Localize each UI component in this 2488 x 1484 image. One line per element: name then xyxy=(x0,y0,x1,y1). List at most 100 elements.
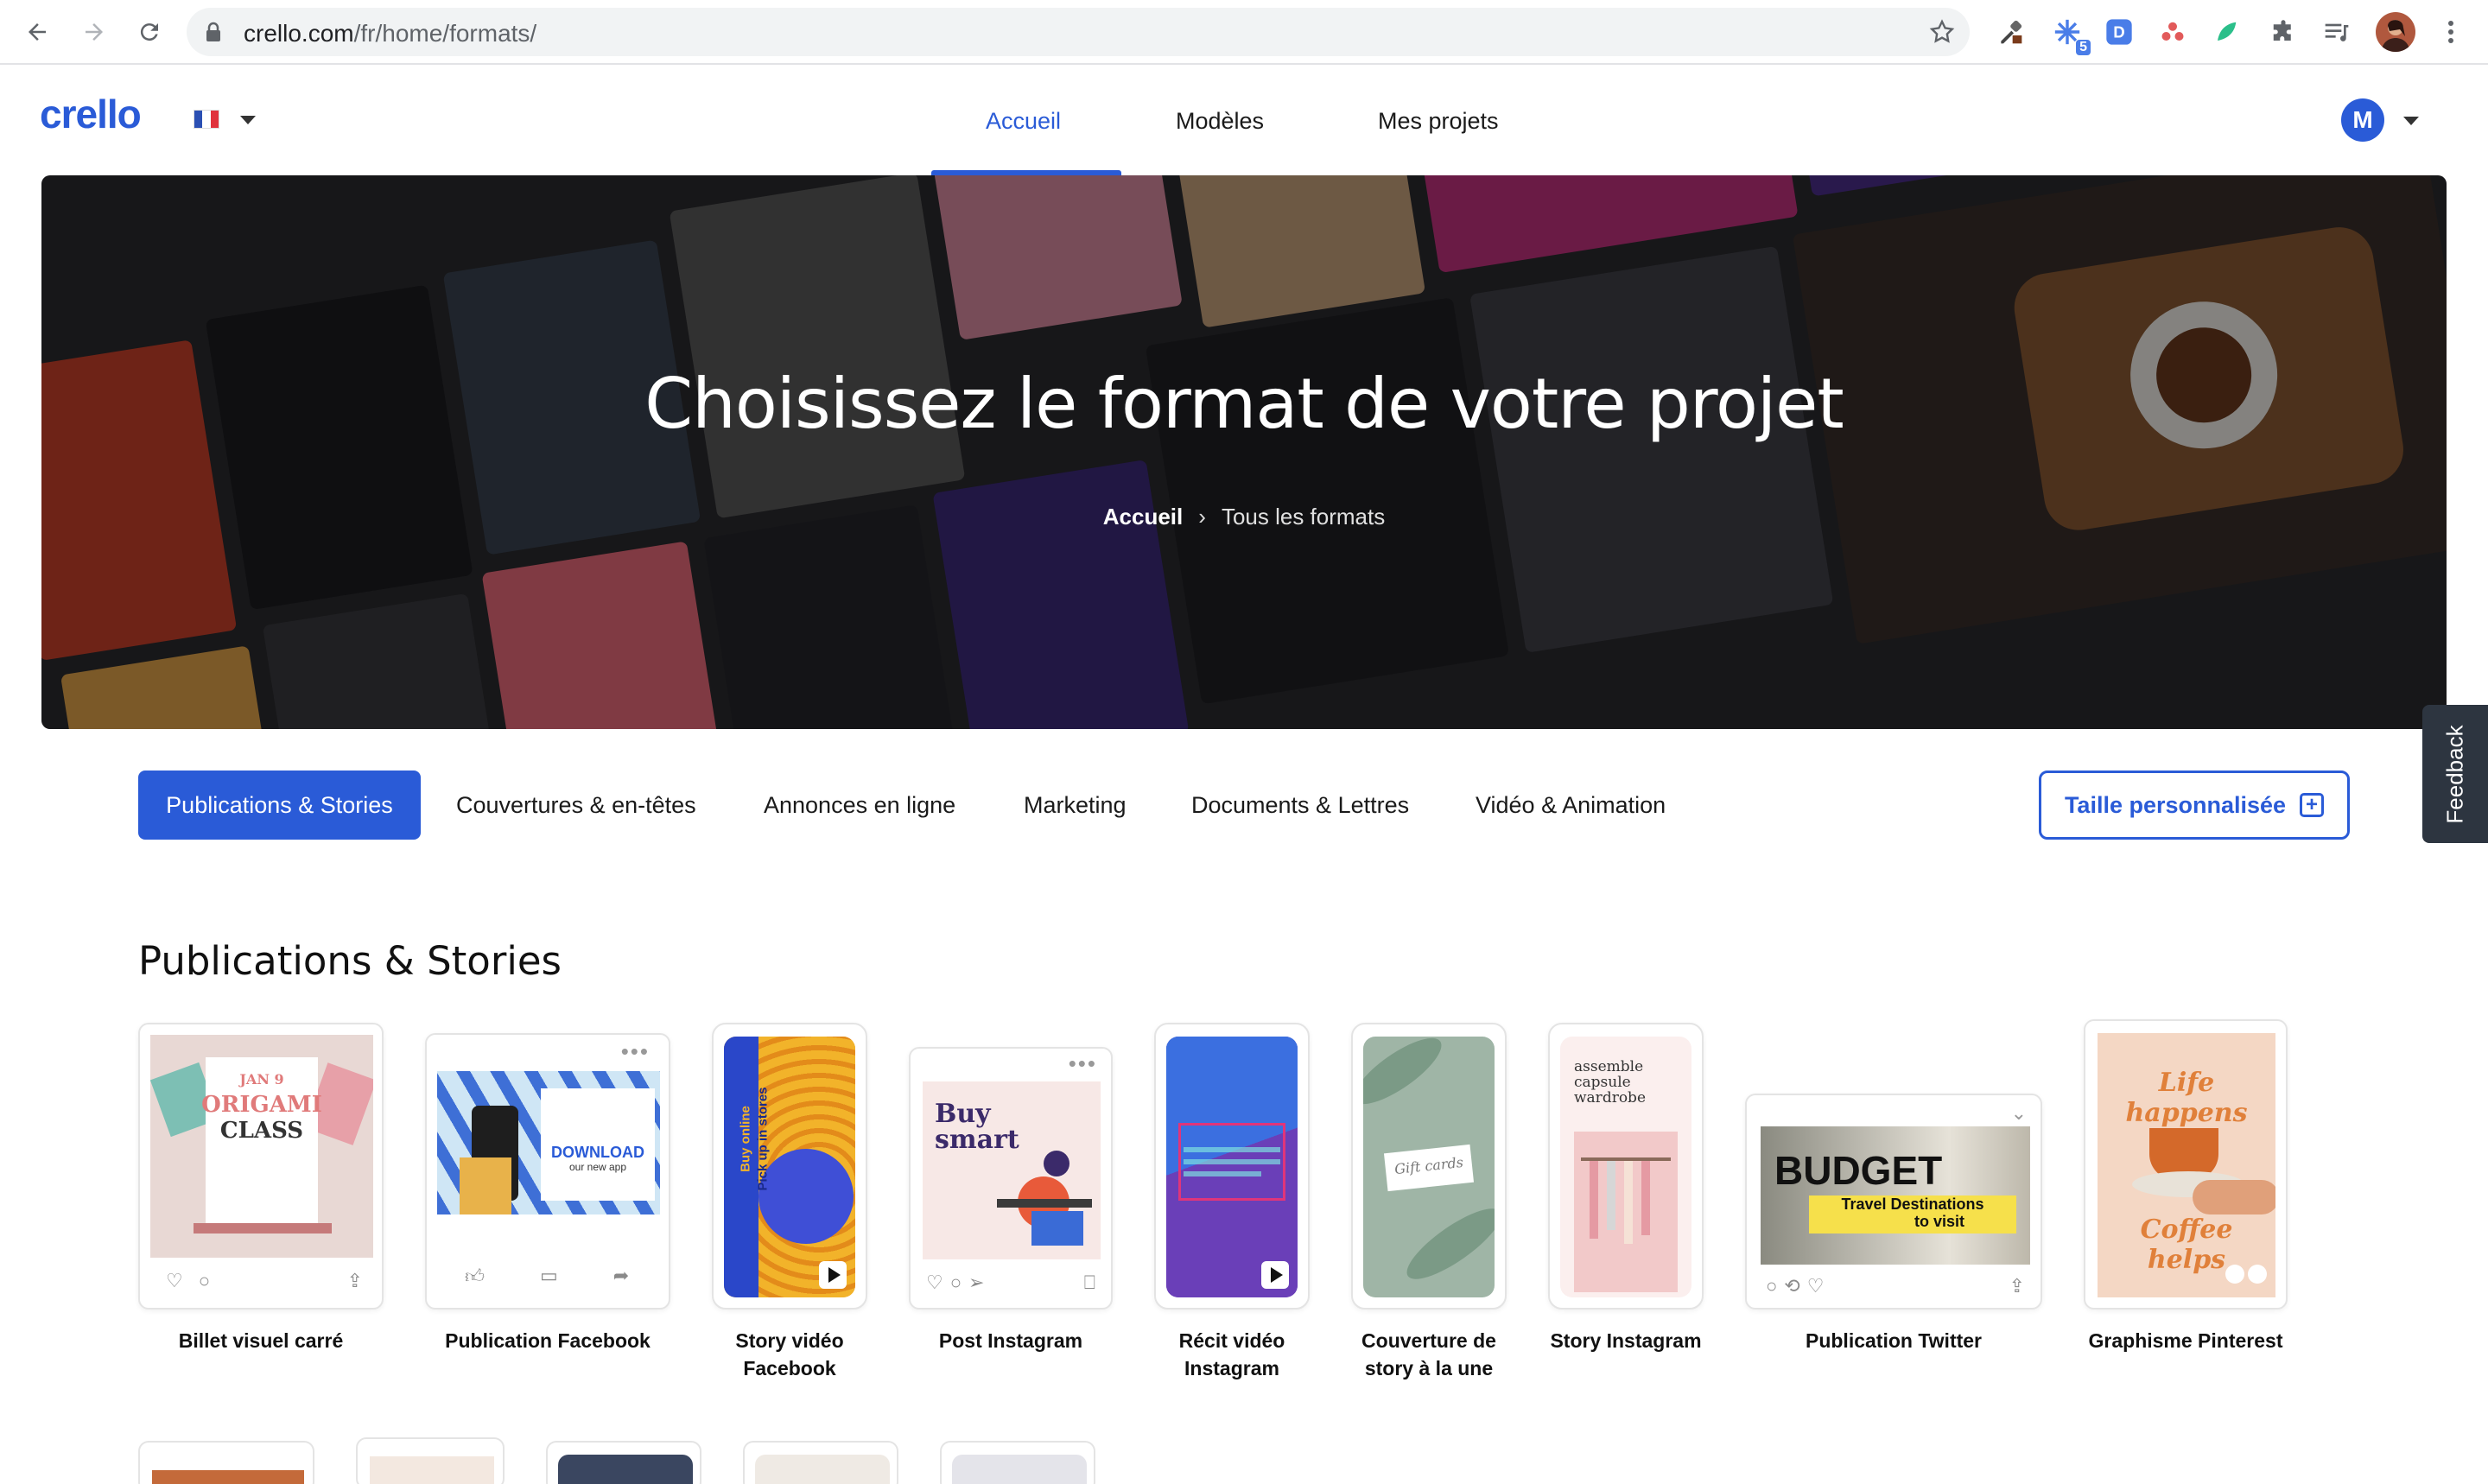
leaf-extension-icon[interactable] xyxy=(2208,14,2244,50)
format-card-square-post[interactable]: JAN 9 ORIGAMI CLASS ♡ ○ ⇪ xyxy=(138,1023,384,1310)
more-dots-icon: ••• xyxy=(1068,1050,1097,1076)
social-actions: ♡ ○ ➢ xyxy=(926,1272,984,1294)
breadcrumb-chevron-icon: › xyxy=(1198,504,1206,530)
plus-square-icon: + xyxy=(2300,793,2325,817)
facebook-post-thumbnail: DOWNLOAD our new app xyxy=(437,1071,660,1214)
bookmark-star-icon[interactable] xyxy=(1928,18,1956,50)
more-dots-icon: ••• xyxy=(620,1038,650,1064)
format-card-facebook-video-story[interactable]: Buy online Pick up in stores xyxy=(712,1023,867,1310)
format-card-partial[interactable] xyxy=(546,1441,701,1484)
social-actions: ♡ ○ xyxy=(166,1270,210,1292)
nav-home[interactable]: Accueil xyxy=(986,108,1061,135)
thumb-title-text: ORIGAMI xyxy=(201,1092,322,1118)
format-card-instagram-post[interactable]: ••• Buy smart ♡ ○ ➢ ⎕ xyxy=(909,1047,1113,1310)
custom-size-button[interactable]: Taille personnalisée + xyxy=(2039,771,2350,840)
forward-arrow-icon[interactable] xyxy=(74,12,114,52)
card-label-story-highlight-cover[interactable]: Couverture de story à la une xyxy=(1351,1327,1507,1382)
social-actions: ○ ⟲ ♡ xyxy=(1766,1275,1824,1297)
chevron-down-icon: ⌄ xyxy=(2010,1102,2027,1124)
card-label-pinterest-graphic[interactable]: Graphisme Pinterest xyxy=(2084,1327,2288,1354)
hero-banner: Choisissez le format de votre projet Acc… xyxy=(41,175,2447,729)
instagram-video-story-thumbnail xyxy=(1166,1037,1298,1297)
thumb-caption-text: wardrobe xyxy=(1574,1089,1646,1107)
thumb-subtitle-text: smart xyxy=(935,1125,1019,1155)
thumb-title-text: Life happens xyxy=(2125,1068,2248,1128)
crello-logo[interactable]: crello xyxy=(40,91,142,137)
tab-documents-letters[interactable]: Documents & Lettres xyxy=(1191,771,1409,840)
square-post-thumbnail: JAN 9 ORIGAMI CLASS xyxy=(150,1035,373,1258)
tab-publications-stories[interactable]: Publications & Stories xyxy=(138,771,421,840)
browser-toolbar: crello.com/fr/home/formats/ 5 D xyxy=(0,0,2488,65)
account-chevron-down-icon[interactable] xyxy=(2403,117,2419,125)
card-label-facebook-post[interactable]: Publication Facebook xyxy=(425,1327,670,1354)
user-avatar[interactable]: M xyxy=(2341,98,2384,142)
browser-menu-icon[interactable] xyxy=(2433,14,2469,50)
format-card-twitter-post[interactable]: ⌄ BUDGET Travel Destinations to visit ○ ⟲… xyxy=(1745,1094,2042,1310)
spark-extension-icon[interactable]: 5 xyxy=(2049,14,2091,55)
breadcrumb: Accueil › Tous les formats xyxy=(41,504,2447,530)
feedback-tab[interactable]: Feedback xyxy=(2422,705,2488,843)
thumb-caption-text: to visit xyxy=(1914,1213,1964,1230)
tab-marketing[interactable]: Marketing xyxy=(1024,771,1127,840)
thumb-title-text: BUDGET xyxy=(1774,1148,1943,1193)
card-label-instagram-post[interactable]: Post Instagram xyxy=(909,1327,1113,1354)
breadcrumb-home[interactable]: Accueil xyxy=(1103,504,1184,530)
twitter-post-thumbnail: BUDGET Travel Destinations to visit xyxy=(1761,1126,2030,1265)
svg-text:D: D xyxy=(2113,23,2124,41)
address-bar[interactable]: crello.com/fr/home/formats/ xyxy=(187,8,1970,56)
france-flag-icon[interactable] xyxy=(194,110,219,129)
format-card-facebook-post[interactable]: ••• DOWNLOAD our new app 👍︎ ▭ ➦ xyxy=(425,1033,670,1310)
card-label-facebook-video-story[interactable]: Story vidéo Facebook xyxy=(712,1327,867,1382)
nav-templates[interactable]: Modèles xyxy=(1176,108,1264,135)
thumb-title-text: assemble xyxy=(1574,1058,1644,1075)
back-arrow-icon[interactable] xyxy=(17,12,57,52)
format-card-instagram-video-story[interactable] xyxy=(1154,1023,1310,1310)
tab-online-ads[interactable]: Annonces en ligne xyxy=(764,771,955,840)
profile-avatar-icon[interactable] xyxy=(2376,12,2415,52)
comment-icon: ▭ xyxy=(540,1265,558,1286)
like-icon: 👍︎ xyxy=(465,1265,485,1287)
reload-icon[interactable] xyxy=(130,12,169,52)
thumb-subtitle-text: capsule xyxy=(1574,1074,1631,1091)
heart-icon: ♡ xyxy=(926,1272,943,1293)
pinterest-thumbnail: Life happens Coffee helps xyxy=(2098,1033,2275,1297)
dots-extension-icon[interactable] xyxy=(2155,14,2191,50)
feedback-label: Feedback xyxy=(2441,724,2468,824)
format-card-partial[interactable] xyxy=(138,1441,314,1484)
share-icon: ➦ xyxy=(612,1265,630,1286)
url-text: crello.com/fr/home/formats/ xyxy=(244,20,537,47)
section-title: Publications & Stories xyxy=(138,938,562,984)
card-label-instagram-video-story[interactable]: Récit vidéo Instagram xyxy=(1154,1327,1310,1382)
format-card-story-highlight-cover[interactable]: Gift cards xyxy=(1351,1023,1507,1310)
play-icon xyxy=(1261,1261,1289,1289)
language-chevron-down-icon[interactable] xyxy=(240,116,256,124)
thumb-date-text: JAN 9 xyxy=(239,1071,284,1088)
facebook-story-thumbnail: Buy online Pick up in stores xyxy=(724,1037,855,1297)
puzzle-extension-icon[interactable] xyxy=(2265,14,2301,50)
comment-icon: ○ xyxy=(949,1272,962,1293)
retweet-icon: ⟲ xyxy=(1784,1275,1800,1297)
social-actions: 👍︎ ▭ ➦ xyxy=(465,1265,629,1288)
instagram-story-thumbnail: assemble capsule wardrobe xyxy=(1560,1037,1691,1297)
format-card-partial[interactable] xyxy=(743,1441,898,1484)
site-header: crello Accueil Modèles Mes projets M xyxy=(0,67,2488,175)
card-label-square-post[interactable]: Billet visuel carré xyxy=(138,1327,384,1354)
tab-video-animation[interactable]: Vidéo & Animation xyxy=(1476,771,1666,840)
card-label-instagram-story[interactable]: Story Instagram xyxy=(1548,1327,1704,1354)
format-card-instagram-story[interactable]: assemble capsule wardrobe xyxy=(1548,1023,1704,1310)
d-extension-icon[interactable]: D xyxy=(2101,14,2137,50)
format-card-pinterest-graphic[interactable]: Life happens Coffee helps xyxy=(2084,1019,2288,1310)
thumb-subtitle-text: our new app xyxy=(568,1161,627,1173)
card-label-twitter-post[interactable]: Publication Twitter xyxy=(1745,1327,2042,1354)
format-card-partial[interactable] xyxy=(940,1441,1095,1484)
thumb-subtitle-text: CLASS xyxy=(219,1118,304,1144)
nav-my-projects[interactable]: Mes projets xyxy=(1378,108,1499,135)
instagram-post-thumbnail: Buy smart xyxy=(923,1081,1101,1259)
media-queue-icon[interactable] xyxy=(2319,14,2355,50)
heart-icon: ♡ xyxy=(166,1270,183,1291)
eyedropper-extension-icon[interactable] xyxy=(1992,14,2028,50)
thumb-title-text: Buy online xyxy=(738,1106,753,1172)
tab-covers-headers[interactable]: Couvertures & en-têtes xyxy=(456,771,696,840)
send-icon: ➢ xyxy=(968,1272,985,1293)
format-card-partial[interactable] xyxy=(356,1437,505,1484)
